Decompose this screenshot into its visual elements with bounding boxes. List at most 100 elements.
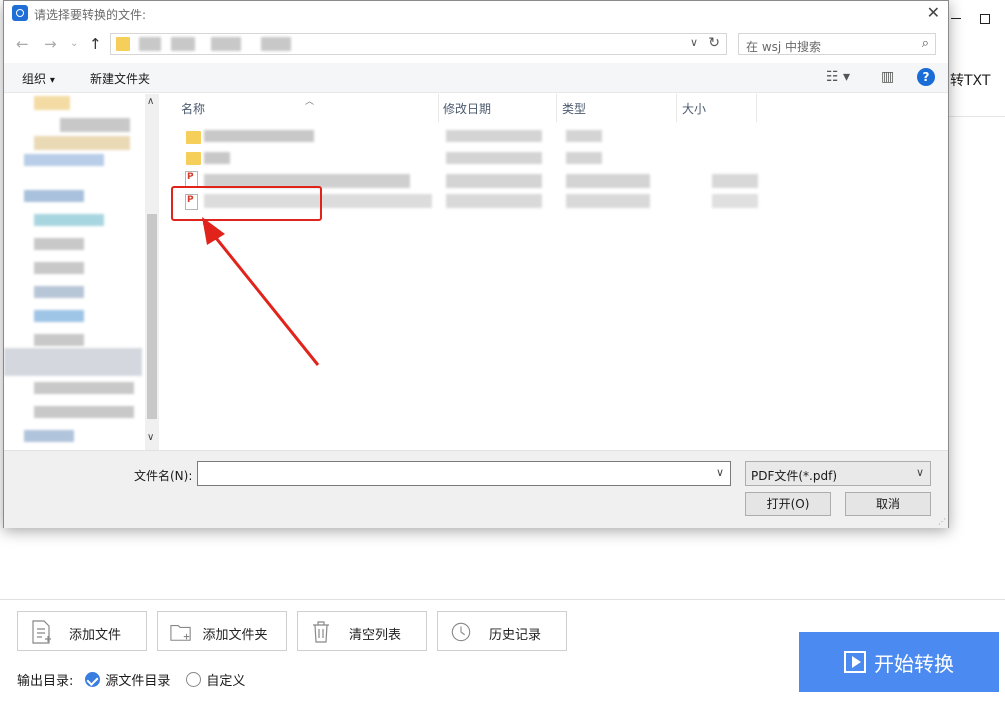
path-segment — [211, 37, 241, 51]
scroll-down-icon[interactable]: ∨ — [147, 432, 154, 443]
dialog-footer: 文件名(N): ∨ PDF文件(*.pdf) ∨ 打开(O) 取消 ⋰ — [4, 450, 948, 528]
help-icon[interactable]: ? — [917, 68, 935, 86]
new-folder-button[interactable]: 新建文件夹 — [90, 70, 150, 87]
pdf-file-icon — [185, 171, 198, 187]
organize-caret-icon: ▾ — [49, 75, 55, 86]
folder-icon — [186, 152, 201, 165]
nav-item[interactable] — [24, 190, 84, 202]
nav-item[interactable] — [34, 334, 84, 346]
nav-item[interactable] — [34, 96, 70, 110]
output-dir-row: 输出目录: 源文件目录 自定义 — [17, 670, 245, 689]
filename-input[interactable]: ∨ — [197, 461, 731, 486]
path-segment — [171, 37, 195, 51]
file-date — [446, 130, 542, 142]
column-separator[interactable] — [556, 94, 557, 122]
tab-to-txt[interactable]: 转TXT — [950, 70, 990, 90]
nav-item[interactable] — [24, 430, 74, 442]
file-type — [566, 130, 602, 142]
filename-dropdown-icon[interactable]: ∨ — [716, 466, 724, 479]
nav-item[interactable] — [34, 406, 134, 418]
nav-item[interactable] — [34, 238, 84, 250]
open-button[interactable]: 打开(O) — [745, 492, 831, 516]
clear-list-button[interactable]: 清空列表 — [297, 611, 427, 651]
organize-menu[interactable]: 组织 ▾ — [22, 70, 55, 87]
forward-arrow-icon[interactable]: → — [44, 35, 57, 53]
resize-grip-icon[interactable]: ⋰ — [938, 517, 946, 526]
dialog-title: 请选择要转换的文件: — [34, 8, 147, 22]
file-type — [566, 174, 650, 188]
column-date[interactable]: 修改日期 — [443, 100, 491, 117]
path-segment — [139, 37, 161, 51]
folder-icon — [186, 131, 201, 144]
command-bar: 组织 ▾ 新建文件夹 ☷ ▾ ▥ ? — [4, 63, 948, 93]
add-file-button[interactable]: 添加文件 — [17, 611, 147, 651]
scroll-up-icon[interactable]: ∧ — [147, 96, 154, 107]
column-separator[interactable] — [676, 94, 677, 122]
file-name — [204, 152, 230, 164]
dialog-titlebar: 请选择要转换的文件: ✕ — [4, 1, 948, 27]
file-size — [712, 194, 758, 208]
play-icon — [844, 651, 866, 673]
filetype-value: PDF文件(*.pdf) — [751, 469, 838, 483]
nav-scrollbar[interactable]: ∧ ∨ — [145, 94, 159, 450]
start-convert-button[interactable]: 开始转换 — [799, 632, 999, 692]
window-controls — [948, 10, 1005, 34]
address-bar[interactable]: ∨ ↻ — [110, 33, 727, 55]
output-label: 输出目录: — [17, 674, 74, 689]
nav-item[interactable] — [34, 136, 130, 150]
close-icon[interactable]: ✕ — [927, 3, 940, 22]
cancel-button[interactable]: 取消 — [845, 492, 931, 516]
refresh-icon[interactable]: ↻ — [708, 35, 720, 51]
preview-pane-icon[interactable]: ▥ — [881, 69, 894, 85]
file-date — [446, 174, 542, 188]
file-date — [446, 194, 542, 208]
column-type[interactable]: 类型 — [562, 100, 586, 117]
action-toolbar: 添加文件 添加文件夹 清空列表 历史记录 — [17, 611, 567, 651]
address-dropdown-icon[interactable]: ∨ — [690, 36, 698, 49]
scroll-thumb[interactable] — [147, 214, 157, 419]
open-file-dialog: 请选择要转换的文件: ✕ ← → ⌄ ↑ ∨ ↻ 在 wsj 中搜索 ⌕ 组织 … — [3, 0, 949, 528]
file-type — [566, 194, 650, 208]
radio-source-dir[interactable] — [85, 672, 101, 687]
start-convert-label: 开始转换 — [874, 651, 954, 676]
filename-label: 文件名(N): — [134, 469, 193, 483]
view-options-icon[interactable]: ☷ ▾ — [826, 69, 850, 85]
radio-custom[interactable] — [186, 672, 202, 687]
up-arrow-icon[interactable]: ↑ — [89, 35, 102, 53]
nav-item[interactable] — [60, 118, 130, 132]
filetype-select[interactable]: PDF文件(*.pdf) ∨ — [745, 461, 931, 486]
maximize-icon[interactable] — [980, 14, 990, 24]
add-file-label: 添加文件 — [68, 628, 121, 643]
sort-caret-icon: ︿ — [305, 97, 315, 107]
column-size[interactable]: 大小 — [682, 100, 706, 117]
nav-item[interactable] — [34, 214, 104, 226]
nav-item-selected[interactable] — [4, 348, 142, 376]
nav-item[interactable] — [34, 382, 134, 394]
clear-list-label: 清空列表 — [348, 628, 401, 643]
back-arrow-icon[interactable]: ← — [16, 35, 29, 53]
recent-dropdown-icon[interactable]: ⌄ — [70, 38, 78, 49]
navigation-pane — [4, 94, 161, 450]
column-separator[interactable] — [756, 94, 757, 122]
custom-label: 自定义 — [206, 674, 246, 689]
source-dir-label: 源文件目录 — [105, 674, 171, 689]
column-name[interactable]: 名称 — [181, 100, 205, 117]
nav-item[interactable] — [34, 262, 84, 274]
file-name — [204, 130, 314, 142]
minimize-icon[interactable] — [951, 18, 961, 19]
search-placeholder: 在 wsj 中搜索 — [746, 40, 822, 54]
add-folder-button[interactable]: 添加文件夹 — [157, 611, 287, 651]
history-label: 历史记录 — [488, 628, 541, 643]
search-box[interactable]: 在 wsj 中搜索 ⌕ — [738, 33, 936, 55]
divider — [0, 599, 1005, 600]
path-segment — [261, 37, 291, 51]
column-separator[interactable] — [438, 94, 439, 122]
search-icon[interactable]: ⌕ — [922, 36, 929, 51]
filetype-dropdown-icon: ∨ — [915, 466, 924, 479]
history-button[interactable]: 历史记录 — [437, 611, 567, 651]
file-type — [566, 152, 602, 164]
nav-item[interactable] — [34, 286, 84, 298]
app-icon — [12, 5, 28, 21]
nav-item[interactable] — [34, 310, 84, 322]
nav-item[interactable] — [24, 154, 104, 166]
